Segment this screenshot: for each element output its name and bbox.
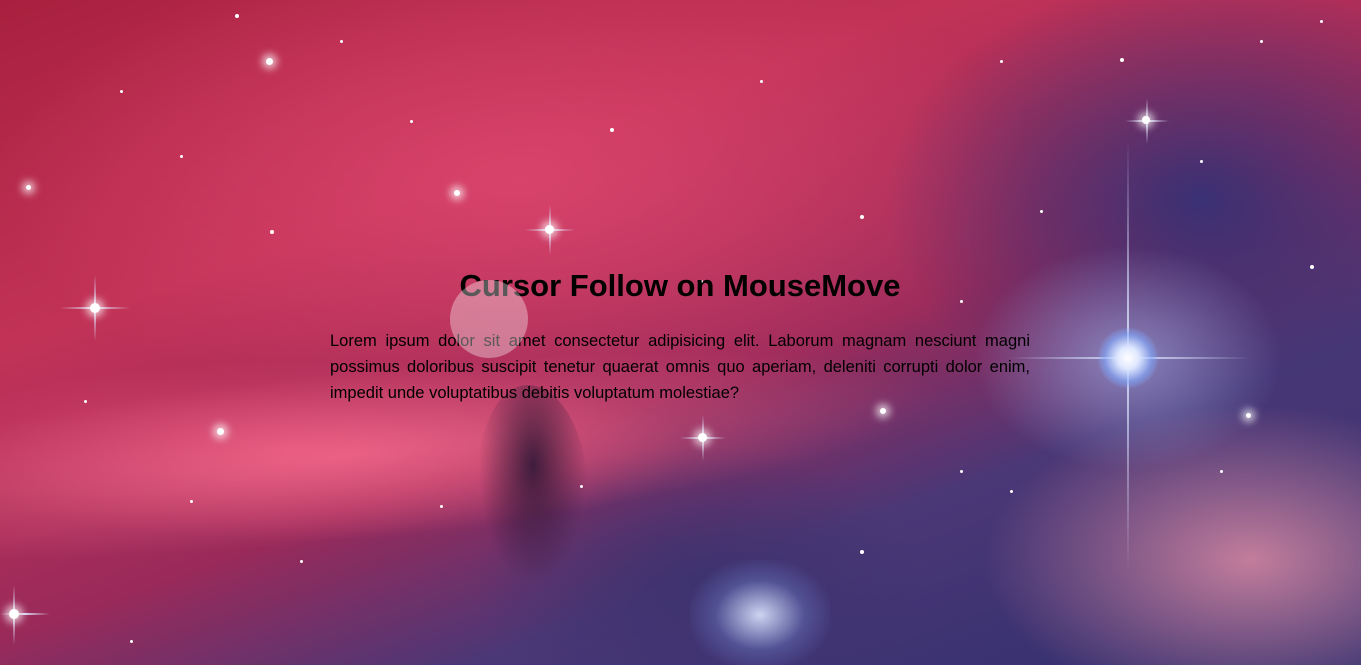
body-paragraph: Lorem ipsum dolor sit amet consectetur a…	[330, 332, 1030, 402]
small-star	[180, 155, 183, 158]
small-star	[1120, 58, 1124, 62]
small-star	[610, 128, 614, 132]
bright-star	[26, 185, 31, 190]
small-star	[1200, 160, 1203, 163]
small-star	[270, 230, 274, 234]
bright-star	[454, 190, 460, 196]
small-star	[860, 550, 864, 554]
bright-star	[90, 303, 100, 313]
star-flare-horizontal	[0, 613, 50, 615]
bright-star	[1142, 116, 1150, 124]
bright-star	[1246, 413, 1251, 418]
small-star	[1310, 265, 1314, 269]
page-title: Cursor Follow on MouseMove	[459, 268, 901, 303]
bright-nebula-core	[690, 560, 830, 665]
small-star	[130, 640, 133, 643]
small-star	[1010, 490, 1013, 493]
bright-star	[217, 428, 224, 435]
small-star	[410, 120, 413, 123]
small-star	[1220, 470, 1223, 473]
small-star	[440, 505, 443, 508]
small-star	[580, 485, 583, 488]
bright-star	[9, 609, 19, 619]
bright-star	[266, 58, 273, 65]
cursor-follower-circle-icon	[450, 280, 528, 358]
small-star	[1000, 60, 1003, 63]
bright-star	[545, 225, 554, 234]
small-star	[190, 500, 193, 503]
small-star	[860, 215, 864, 219]
small-star	[84, 400, 87, 403]
bright-star	[698, 433, 707, 442]
main-content: Cursor Follow on MouseMove Lorem ipsum d…	[330, 266, 1030, 406]
small-star	[1320, 20, 1323, 23]
small-star	[1260, 40, 1263, 43]
bright-blue-star	[1098, 328, 1158, 388]
small-star	[1040, 210, 1043, 213]
small-star	[235, 14, 239, 18]
small-star	[300, 560, 303, 563]
small-star	[120, 90, 123, 93]
bright-star	[880, 408, 886, 414]
small-star	[340, 40, 343, 43]
small-star	[760, 80, 763, 83]
small-star	[960, 470, 963, 473]
